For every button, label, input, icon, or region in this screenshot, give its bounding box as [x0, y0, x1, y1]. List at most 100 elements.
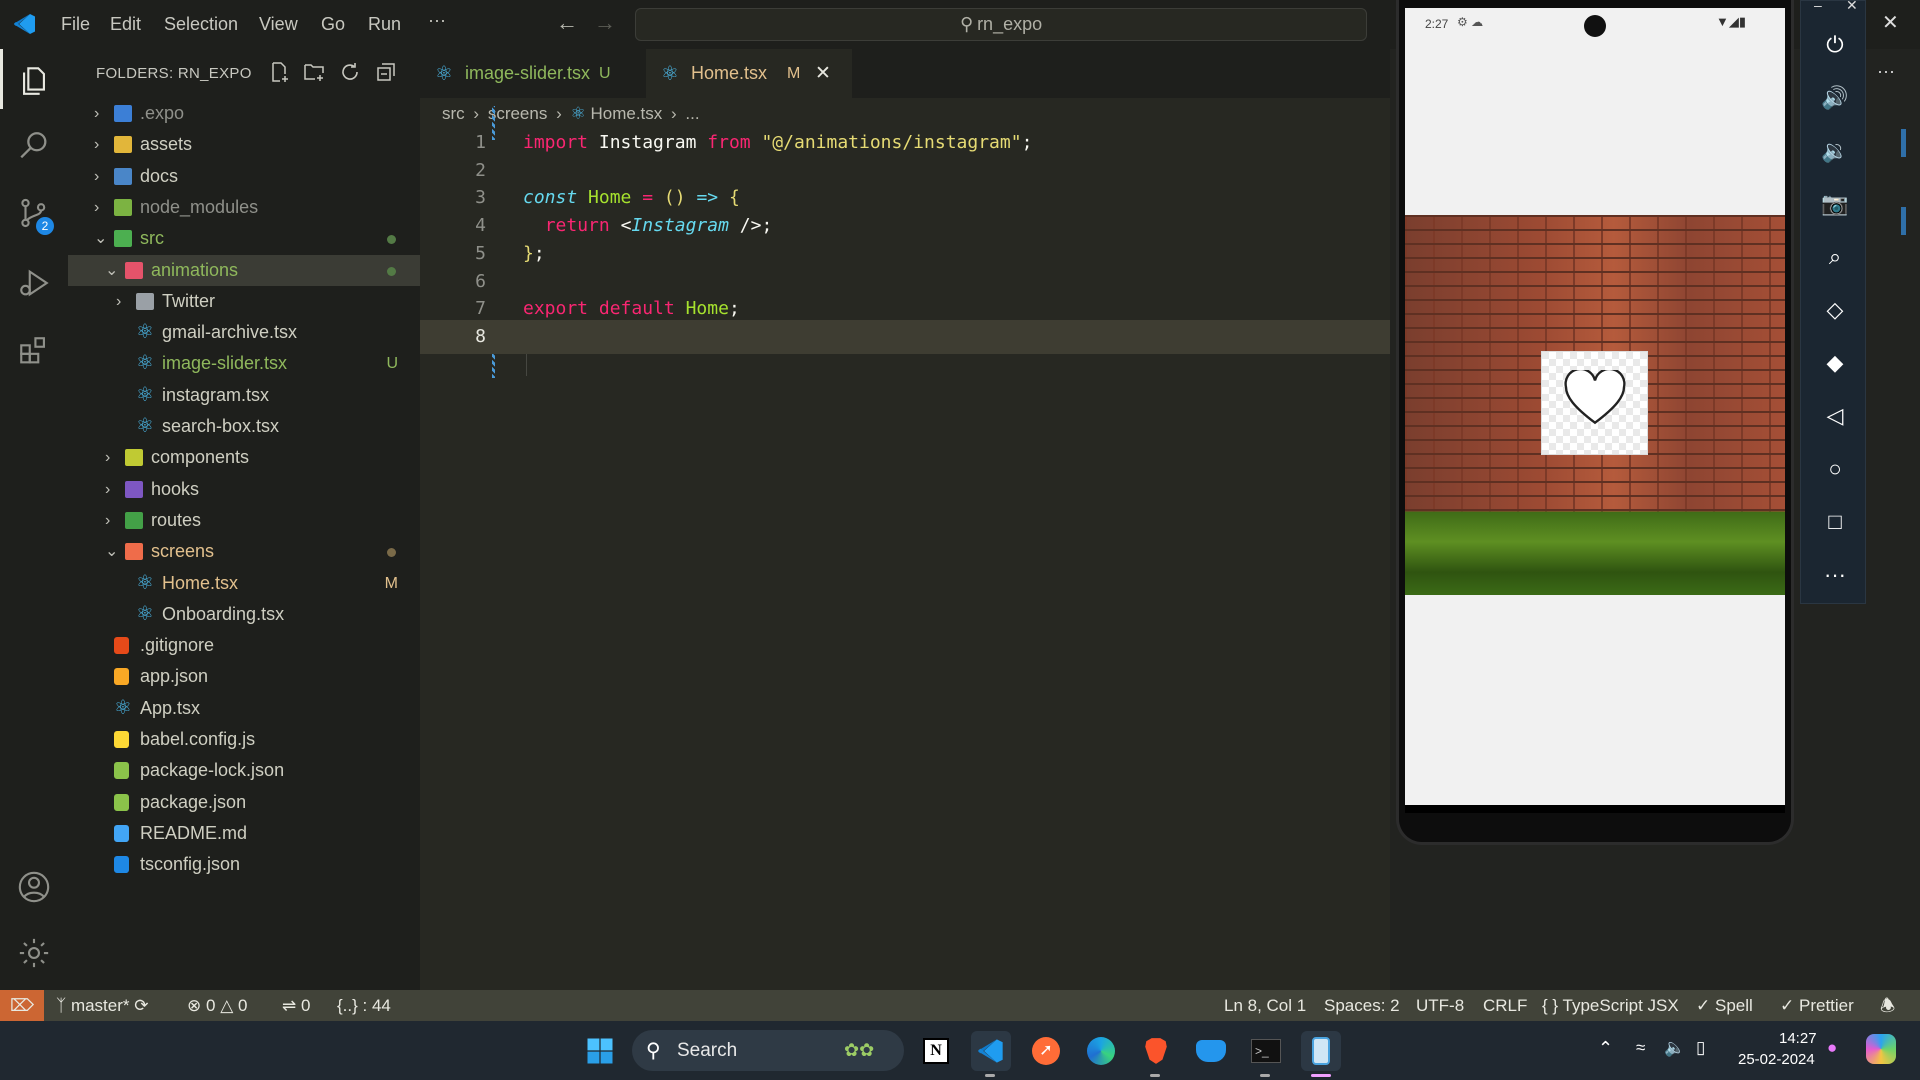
- volume-up-icon[interactable]: 🔊: [1815, 78, 1855, 118]
- zoom-icon[interactable]: ⌕: [1815, 237, 1855, 277]
- language-mode[interactable]: { } TypeScript JSX: [1542, 990, 1679, 1021]
- close-icon[interactable]: ✕: [1882, 10, 1899, 35]
- chevron-down-icon[interactable]: ⌄: [105, 255, 119, 286]
- tab-home[interactable]: ⚛ Home.tsx M ✕: [646, 49, 852, 98]
- encoding[interactable]: UTF-8: [1416, 990, 1464, 1021]
- tree-item[interactable]: ⚛ App.tsx: [68, 693, 420, 724]
- chevron-down-icon[interactable]: ⌄: [105, 536, 119, 567]
- brave-icon[interactable]: [1136, 1031, 1176, 1071]
- notion-icon[interactable]: N: [916, 1031, 956, 1071]
- home-icon[interactable]: ○: [1815, 449, 1855, 489]
- cursor-position[interactable]: Ln 8, Col 1: [1224, 990, 1306, 1021]
- tree-item[interactable]: ⚛ Home.tsx M: [68, 568, 420, 599]
- tree-item[interactable]: › assets: [68, 129, 420, 160]
- account-icon[interactable]: [14, 867, 54, 907]
- settings-gear-icon[interactable]: [14, 933, 54, 973]
- nav-back-icon[interactable]: ←: [556, 10, 578, 36]
- tree-item[interactable]: README.md: [68, 818, 420, 849]
- tree-item[interactable]: app.json: [68, 661, 420, 692]
- run-debug-icon[interactable]: [14, 263, 54, 303]
- extensions-icon[interactable]: [14, 331, 54, 371]
- docker-icon[interactable]: [1191, 1031, 1231, 1071]
- breadcrumb-symbol[interactable]: ...: [685, 104, 699, 123]
- chevron-right-icon[interactable]: ›: [94, 192, 108, 223]
- remote-indicator-icon[interactable]: ⌦: [0, 990, 44, 1021]
- volume-down-icon[interactable]: 🔉: [1815, 131, 1855, 171]
- tab-image-slider[interactable]: ⚛ image-slider.tsx U: [420, 49, 643, 98]
- vscode-taskbar-icon[interactable]: [971, 1031, 1011, 1071]
- tree-item[interactable]: › Twitter: [68, 286, 420, 317]
- tree-item[interactable]: › routes: [68, 505, 420, 536]
- indentation[interactable]: Spaces: 2: [1324, 990, 1400, 1021]
- source-control-icon[interactable]: 2: [14, 193, 54, 235]
- tree-item[interactable]: package-lock.json: [68, 755, 420, 786]
- chevron-right-icon[interactable]: ›: [105, 474, 119, 505]
- taskbar-search[interactable]: ⚲ Search ✿✿: [632, 1030, 904, 1071]
- heart-card[interactable]: [1541, 351, 1648, 455]
- postman-icon[interactable]: ➚: [1026, 1031, 1066, 1071]
- notifications-bell-icon[interactable]: 🕭: [1880, 990, 1895, 1021]
- close-icon[interactable]: ✕: [815, 49, 831, 98]
- tree-item[interactable]: babel.config.js: [68, 724, 420, 755]
- refresh-icon[interactable]: [338, 60, 362, 89]
- command-center-search[interactable]: ⚲ rn_expo: [635, 8, 1367, 41]
- tree-item[interactable]: ⚛ gmail-archive.tsx: [68, 317, 420, 348]
- tree-item[interactable]: package.json: [68, 787, 420, 818]
- tree-item[interactable]: ⌄ animations: [68, 254, 420, 286]
- copilot-icon[interactable]: [1866, 1034, 1896, 1064]
- chevron-right-icon[interactable]: ›: [94, 129, 108, 160]
- line-ending[interactable]: CRLF: [1483, 990, 1527, 1021]
- menu-more[interactable]: ···: [428, 10, 446, 31]
- tree-item[interactable]: › components: [68, 442, 420, 473]
- menu-view[interactable]: View: [259, 14, 298, 35]
- spell-check[interactable]: ✓ Spell: [1696, 990, 1753, 1021]
- more-actions-icon[interactable]: ···: [1877, 61, 1895, 82]
- problems-indicator[interactable]: ⊗ 0 △ 0: [187, 990, 247, 1021]
- notification-bell-icon[interactable]: ●: [1827, 1038, 1837, 1058]
- tree-item[interactable]: › .expo: [68, 98, 420, 129]
- tree-item[interactable]: ⚛ Onboarding.tsx: [68, 599, 420, 630]
- tree-item[interactable]: ⌄ screens: [68, 536, 420, 567]
- taskbar-date[interactable]: 25-02-2024: [1738, 1051, 1815, 1068]
- power-icon[interactable]: ⏻: [1815, 25, 1855, 65]
- chevron-down-icon[interactable]: ⌄: [94, 223, 108, 254]
- tree-item[interactable]: ⚛ image-slider.tsx U: [68, 348, 420, 379]
- taskbar-clock[interactable]: 14:27: [1779, 1030, 1817, 1047]
- new-folder-icon[interactable]: [302, 60, 326, 89]
- back-icon[interactable]: ◁: [1815, 396, 1855, 436]
- prettier[interactable]: ✓ Prettier: [1780, 990, 1854, 1021]
- camera-icon[interactable]: 📷: [1815, 184, 1855, 224]
- chevron-right-icon[interactable]: ›: [105, 442, 119, 473]
- wifi-icon[interactable]: ≈: [1636, 1038, 1645, 1058]
- emulator-screen[interactable]: 2:27 ⚙ ☁ ▼◢▮: [1405, 8, 1785, 813]
- json-count[interactable]: {..} : 44: [337, 990, 391, 1021]
- menu-file[interactable]: File: [61, 14, 90, 35]
- tree-item[interactable]: › node_modules: [68, 192, 420, 223]
- menu-run[interactable]: Run: [368, 14, 401, 35]
- breadcrumb-src[interactable]: src: [442, 104, 465, 123]
- code-editor[interactable]: src › screens › ⚛ Home.tsx › ... 1 import…: [420, 98, 1390, 990]
- tree-item[interactable]: tsconfig.json: [68, 849, 420, 880]
- minimize-icon[interactable]: –: [1814, 0, 1822, 13]
- tree-item[interactable]: › docs: [68, 161, 420, 192]
- chevron-right-icon[interactable]: ›: [94, 98, 108, 129]
- more-icon[interactable]: ···: [1815, 555, 1855, 595]
- menu-go[interactable]: Go: [321, 14, 345, 35]
- collapse-all-icon[interactable]: [374, 60, 398, 89]
- overview-icon[interactable]: □: [1815, 502, 1855, 542]
- rotate-left-icon[interactable]: ◇: [1815, 290, 1855, 330]
- code-line[interactable]: 8: [420, 319, 1390, 354]
- menu-selection[interactable]: Selection: [164, 14, 238, 35]
- close-icon[interactable]: ✕: [1846, 0, 1858, 14]
- tree-item[interactable]: .gitignore: [68, 630, 420, 661]
- breadcrumb-screens[interactable]: screens: [488, 104, 548, 123]
- rotate-right-icon[interactable]: ◆: [1815, 343, 1855, 383]
- ports-indicator[interactable]: ⇌ 0: [282, 990, 310, 1021]
- windows-start-icon[interactable]: [580, 1031, 620, 1071]
- chevron-up-icon[interactable]: ⌃: [1598, 1038, 1613, 1059]
- menu-edit[interactable]: Edit: [110, 14, 141, 35]
- chevron-right-icon[interactable]: ›: [94, 161, 108, 192]
- new-file-icon[interactable]: [267, 60, 291, 89]
- search-icon[interactable]: [14, 126, 54, 166]
- tree-item[interactable]: ⌄ src: [68, 223, 420, 254]
